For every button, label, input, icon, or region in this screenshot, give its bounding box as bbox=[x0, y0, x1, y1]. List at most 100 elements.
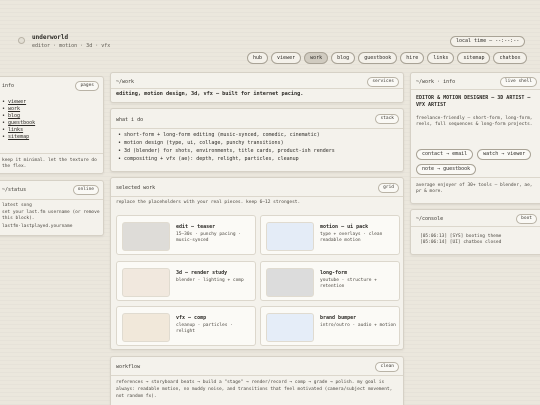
card-title: edit — teaser bbox=[176, 224, 216, 230]
main-nav: hub viewer work blog guestbook hire link… bbox=[247, 52, 527, 64]
card-title: 3d — render study bbox=[176, 270, 228, 276]
status-lastfm-note: set your last.fm username (or remove thi… bbox=[2, 210, 100, 221]
nav-guestbook[interactable]: guestbook bbox=[358, 52, 398, 64]
work-info-panel: ~/work · info live shell EDITOR & MOTION… bbox=[410, 72, 540, 204]
info-title: info bbox=[2, 83, 15, 89]
card-desc: blender · lighting + comp bbox=[176, 278, 244, 283]
site-title: underworld bbox=[32, 34, 69, 41]
live-shell-pill[interactable]: live shell bbox=[499, 77, 537, 87]
info-panel: info pages • viewer • work • blog • gues… bbox=[0, 76, 104, 174]
link-blog[interactable]: blog bbox=[8, 113, 20, 119]
list-item: • 3d (blender) for shots, environments, … bbox=[118, 148, 335, 154]
list-item: • short-form + long-form editing (music-… bbox=[118, 132, 320, 138]
work-card[interactable]: motion — ui pack type + overlays · clean… bbox=[260, 215, 400, 255]
divider bbox=[411, 89, 540, 90]
status-title: ~/status bbox=[2, 187, 27, 193]
list-item: • motion design (type, ui, collage, punc… bbox=[118, 140, 284, 146]
link-guestbook[interactable]: guestbook bbox=[8, 120, 35, 126]
services-list: • short-form + long-form editing (music-… bbox=[118, 131, 335, 163]
watch-viewer-button[interactable]: watch → viewer bbox=[477, 149, 532, 160]
service-text: compositing + vfx (ae): depth, relight, … bbox=[124, 156, 299, 162]
card-desc: youtube · structure + retention bbox=[320, 278, 377, 289]
work-info-actions: contact → email watch → viewer note → gu… bbox=[416, 149, 540, 175]
list-item: • guestbook bbox=[2, 120, 36, 126]
stack-pill[interactable]: stack bbox=[375, 114, 399, 124]
divider bbox=[111, 196, 403, 197]
work-info-heading: EDITOR & MOTION DESIGNER — 3D ARTIST — V… bbox=[416, 95, 531, 108]
nav-work[interactable]: work bbox=[304, 52, 329, 64]
work-headline: editing, motion design, 3d, vfx — built … bbox=[116, 91, 304, 97]
info-note: keep it minimal. let the texture do the … bbox=[2, 158, 97, 169]
list-item: • work bbox=[2, 106, 21, 112]
site-subtitle: editor · motion · 3d · vfx bbox=[32, 43, 111, 49]
console-panel: ~/console boot [05:06:13] [SYS] booting … bbox=[410, 209, 540, 255]
status-online-pill[interactable]: online bbox=[72, 185, 99, 195]
note-guestbook-button[interactable]: note → guestbook bbox=[416, 164, 477, 175]
grid-pill[interactable]: grid bbox=[378, 183, 399, 193]
site-logo-icon bbox=[18, 37, 25, 44]
card-desc: type + overlays · clean readable motion bbox=[320, 232, 383, 243]
card-title: motion — ui pack bbox=[320, 224, 369, 230]
work-card[interactable]: brand bumper intro/outro · audio + motio… bbox=[260, 306, 400, 346]
nav-viewer[interactable]: viewer bbox=[271, 52, 302, 64]
thumbnail bbox=[122, 222, 170, 251]
clock-pill: local time — --:--:-- bbox=[450, 36, 526, 47]
selected-work-note: replace the placeholders with your real … bbox=[116, 200, 301, 205]
list-item: • links bbox=[2, 127, 24, 133]
thumbnail bbox=[122, 268, 170, 297]
status-latest-song: latest song bbox=[2, 203, 32, 208]
thumbnail bbox=[266, 268, 314, 297]
workflow-text: references → storyboard beats → build a … bbox=[116, 380, 393, 399]
work-info-title: ~/work · info bbox=[416, 79, 456, 85]
work-panel: ~/work services editing, motion design, … bbox=[110, 72, 404, 103]
list-item: • compositing + vfx (ae): depth, relight… bbox=[118, 156, 299, 162]
console-title: ~/console bbox=[416, 216, 444, 222]
contact-email-button[interactable]: contact → email bbox=[416, 149, 474, 160]
work-info-tools: average enjoyer of 30+ tools — blender, … bbox=[416, 183, 533, 194]
card-desc: 15–30s · punchy pacing · music-synced bbox=[176, 232, 242, 243]
service-text: motion design (type, ui, collage, punchy… bbox=[124, 140, 284, 146]
nav-links[interactable]: links bbox=[427, 52, 455, 64]
link-work[interactable]: work bbox=[8, 106, 20, 112]
selected-work-title: selected work bbox=[116, 185, 156, 191]
card-desc: intro/outro · audio + motion bbox=[320, 323, 396, 328]
card-desc: cleanup · particles · relight bbox=[176, 323, 233, 334]
what-i-do-panel: what i do stack • short-form + long-form… bbox=[110, 108, 404, 172]
nav-hire[interactable]: hire bbox=[400, 52, 425, 64]
list-item: • sitemap bbox=[2, 134, 30, 140]
info-pages-pill[interactable]: pages bbox=[75, 81, 99, 91]
work-card[interactable]: long-form youtube · structure + retentio… bbox=[260, 261, 400, 301]
service-text: 3d (blender) for shots, environments, ti… bbox=[124, 148, 335, 154]
divider bbox=[111, 88, 403, 89]
nav-blog[interactable]: blog bbox=[331, 52, 356, 64]
nav-sitemap[interactable]: sitemap bbox=[457, 52, 491, 64]
console-line: [05:06:14] [UI] chatbox closed bbox=[420, 240, 502, 245]
work-card[interactable]: edit — teaser 15–30s · punchy pacing · m… bbox=[116, 215, 256, 255]
info-link-list: • viewer • work • blog • guestbook • lin… bbox=[2, 99, 35, 141]
workflow-title: workflow bbox=[116, 364, 141, 370]
work-card[interactable]: 3d — render study blender · lighting + c… bbox=[116, 261, 256, 301]
card-title: vfx — comp bbox=[176, 315, 207, 321]
nav-chatbox[interactable]: chatbox bbox=[493, 52, 527, 64]
link-links[interactable]: links bbox=[8, 127, 23, 133]
nav-hub[interactable]: hub bbox=[247, 52, 269, 64]
what-i-do-title: what i do bbox=[116, 117, 144, 123]
work-title: ~/work bbox=[116, 79, 135, 85]
work-card[interactable]: vfx — comp cleanup · particles · relight bbox=[116, 306, 256, 346]
link-viewer[interactable]: viewer bbox=[8, 99, 26, 105]
selected-work-panel: selected work grid replace the placehold… bbox=[110, 177, 404, 350]
status-panel: ~/status online latest song set your las… bbox=[0, 180, 104, 236]
boot-pill[interactable]: boot bbox=[516, 214, 537, 224]
link-sitemap[interactable]: sitemap bbox=[8, 134, 29, 140]
work-services-pill[interactable]: services bbox=[367, 77, 399, 87]
card-title: brand bumper bbox=[320, 315, 357, 321]
work-info-body: freelance-friendly — short-form, long-fo… bbox=[416, 116, 533, 127]
divider bbox=[0, 153, 103, 154]
workflow-panel: workflow clean references → storyboard b… bbox=[110, 356, 404, 405]
clean-pill[interactable]: clean bbox=[375, 362, 399, 372]
divider bbox=[411, 226, 540, 227]
list-item: • blog bbox=[2, 113, 21, 119]
thumbnail bbox=[266, 313, 314, 342]
divider bbox=[0, 199, 103, 200]
divider bbox=[411, 177, 540, 178]
